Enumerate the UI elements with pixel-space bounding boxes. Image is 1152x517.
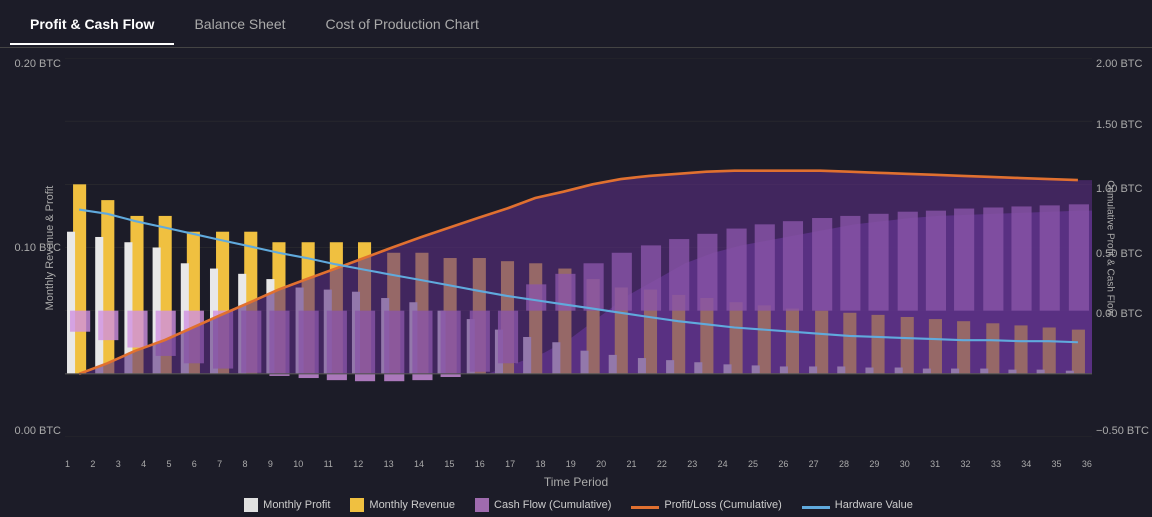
y-tick-neg0.5btc: −0.50 BTC — [1096, 425, 1149, 437]
bar-cashflow-2 — [98, 311, 118, 340]
chart-area: Monthly Revenue & Profit 0.20 BTC 0.10 B… — [0, 48, 1152, 517]
legend-color-monthly-profit — [244, 498, 258, 512]
legend-monthly-revenue: Monthly Revenue — [350, 498, 455, 512]
x-tick-1: 1 — [65, 459, 70, 469]
x-tick-4: 4 — [141, 459, 146, 469]
legend-label-cash-flow: Cash Flow (Cumulative) — [494, 499, 611, 511]
legend-label-profit-loss: Profit/Loss (Cumulative) — [664, 499, 781, 511]
x-tick-28: 28 — [839, 459, 849, 469]
x-tick-36: 36 — [1082, 459, 1092, 469]
x-tick-33: 33 — [991, 459, 1001, 469]
x-tick-14: 14 — [414, 459, 424, 469]
y-tick-0.5btc: 0.50 BTC — [1096, 248, 1142, 260]
chart-legend: Monthly Profit Monthly Revenue Cash Flow… — [65, 498, 1092, 512]
x-tick-23: 23 — [687, 459, 697, 469]
legend-monthly-profit: Monthly Profit — [244, 498, 330, 512]
x-tick-7: 7 — [217, 459, 222, 469]
x-tick-22: 22 — [657, 459, 667, 469]
chart-svg-container — [65, 58, 1092, 437]
y-tick-1btc: 1.00 BTC — [1096, 183, 1142, 195]
x-tick-15: 15 — [444, 459, 454, 469]
y-tick-bot-left: 0.00 BTC — [15, 425, 61, 437]
main-chart-svg — [65, 58, 1092, 437]
x-tick-25: 25 — [748, 459, 758, 469]
x-tick-18: 18 — [535, 459, 545, 469]
x-tick-20: 20 — [596, 459, 606, 469]
x-tick-35: 35 — [1052, 459, 1062, 469]
x-tick-29: 29 — [869, 459, 879, 469]
x-tick-10: 10 — [293, 459, 303, 469]
x-tick-32: 32 — [960, 459, 970, 469]
legend-line-profit-loss — [631, 506, 659, 509]
x-tick-21: 21 — [627, 459, 637, 469]
legend-cash-flow: Cash Flow (Cumulative) — [475, 498, 611, 512]
x-tick-27: 27 — [809, 459, 819, 469]
tab-cost-production[interactable]: Cost of Production Chart — [306, 4, 499, 44]
legend-color-monthly-revenue — [350, 498, 364, 512]
x-axis-labels: 1 2 3 4 5 6 7 8 9 10 11 12 13 14 15 16 1… — [65, 459, 1092, 469]
x-tick-11: 11 — [324, 459, 333, 469]
bar-profit-1 — [67, 232, 75, 374]
x-tick-12: 12 — [353, 459, 363, 469]
x-tick-2: 2 — [90, 459, 95, 469]
x-tick-17: 17 — [505, 459, 515, 469]
x-tick-19: 19 — [566, 459, 576, 469]
tab-balance-sheet[interactable]: Balance Sheet — [174, 4, 305, 44]
x-tick-13: 13 — [384, 459, 394, 469]
x-tick-5: 5 — [166, 459, 171, 469]
tab-profit-cash[interactable]: Profit & Cash Flow — [10, 4, 174, 44]
x-axis-label: Time Period — [544, 475, 608, 489]
y-tick-2btc: 2.00 BTC — [1096, 58, 1142, 70]
cumulative-profit-area — [79, 171, 1092, 374]
x-tick-8: 8 — [243, 459, 248, 469]
legend-label-monthly-revenue: Monthly Revenue — [369, 499, 455, 511]
x-tick-24: 24 — [718, 459, 728, 469]
legend-line-hardware-value — [802, 506, 830, 509]
legend-label-monthly-profit: Monthly Profit — [263, 499, 330, 511]
legend-label-hardware-value: Hardware Value — [835, 499, 913, 511]
x-tick-6: 6 — [192, 459, 197, 469]
x-tick-34: 34 — [1021, 459, 1031, 469]
legend-profit-loss: Profit/Loss (Cumulative) — [631, 499, 781, 511]
bar-profit-2 — [95, 237, 103, 374]
app-container: Profit & Cash Flow Balance Sheet Cost of… — [0, 0, 1152, 517]
bar-cashflow-3 — [127, 311, 147, 348]
x-tick-26: 26 — [778, 459, 788, 469]
bar-cashflow-1 — [70, 311, 90, 332]
x-tick-31: 31 — [930, 459, 940, 469]
x-tick-3: 3 — [116, 459, 121, 469]
x-tick-16: 16 — [475, 459, 485, 469]
legend-color-cash-flow — [475, 498, 489, 512]
y-tick-top-left: 0.20 BTC — [15, 58, 61, 70]
y-tick-1.5btc: 1.50 BTC — [1096, 119, 1142, 131]
y-tick-mid-left: 0.10 BTC — [15, 242, 61, 254]
legend-hardware-value: Hardware Value — [802, 499, 913, 511]
x-tick-30: 30 — [900, 459, 910, 469]
x-tick-9: 9 — [268, 459, 273, 469]
y-tick-0btc: 0.00 BTC — [1096, 308, 1142, 320]
tab-bar: Profit & Cash Flow Balance Sheet Cost of… — [0, 0, 1152, 48]
